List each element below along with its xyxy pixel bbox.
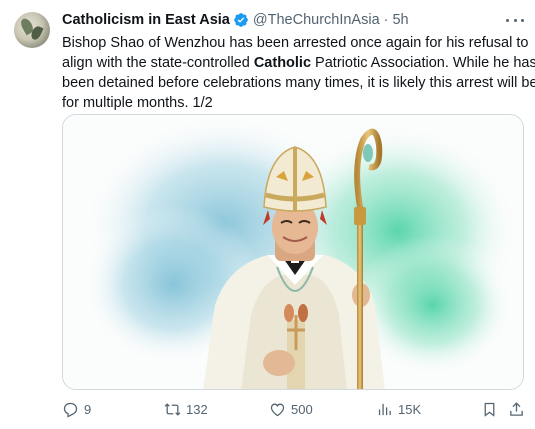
reply-count: 9 [84, 402, 92, 417]
separator: · [383, 12, 389, 28]
handle[interactable]: @TheChurchInAsia [253, 12, 380, 28]
retweet-icon [164, 403, 181, 416]
views-count: 15K [398, 402, 422, 417]
tweet-text-segment: align with the state-controlled [62, 55, 254, 71]
tweet-text-line: for multiple months. 1/2 [62, 95, 213, 111]
views-chart-icon [378, 403, 391, 416]
bishop-photo [63, 115, 523, 389]
tweet-text-segment: Patriotic Association. While he has [311, 55, 535, 71]
like-button[interactable]: 500 [269, 401, 313, 418]
tweet-text-line: been detained before celebrations many t… [62, 75, 535, 91]
retweet-button[interactable]: 132 [164, 401, 208, 418]
tweet-text: Bishop Shao of Wenzhou has been arrested… [62, 33, 535, 113]
more-options-icon[interactable] [506, 12, 524, 28]
action-bar: 9 132 500 15K [62, 401, 526, 423]
heart-icon [270, 403, 285, 417]
views-button[interactable]: 15K [376, 401, 421, 418]
tweet-text-line: align with the state-controlled Catholic… [62, 53, 535, 73]
tweet-text-line: Bishop Shao of Wenzhou has been arrested… [62, 35, 529, 51]
timestamp[interactable]: 5h [392, 12, 408, 28]
tweet-text-bold: Catholic [253, 55, 312, 71]
share-icon [510, 402, 523, 416]
share-button[interactable] [508, 401, 525, 418]
reply-button[interactable]: 9 [62, 401, 91, 418]
avatar[interactable] [14, 12, 50, 48]
bookmark-button[interactable] [481, 401, 498, 418]
reply-icon [63, 402, 78, 418]
like-count: 500 [291, 402, 313, 417]
retweet-count: 132 [186, 402, 208, 417]
display-name[interactable]: Catholicism in East Asia [62, 12, 230, 28]
tweet-image[interactable] [62, 114, 524, 390]
tweet-header: Catholicism in East Asia @TheChurchInAsi… [62, 11, 409, 29]
verified-badge-icon[interactable] [233, 12, 249, 28]
bookmark-icon [484, 402, 495, 417]
tweet-card[interactable]: Catholicism in East Asia @TheChurchInAsi… [0, 0, 535, 429]
